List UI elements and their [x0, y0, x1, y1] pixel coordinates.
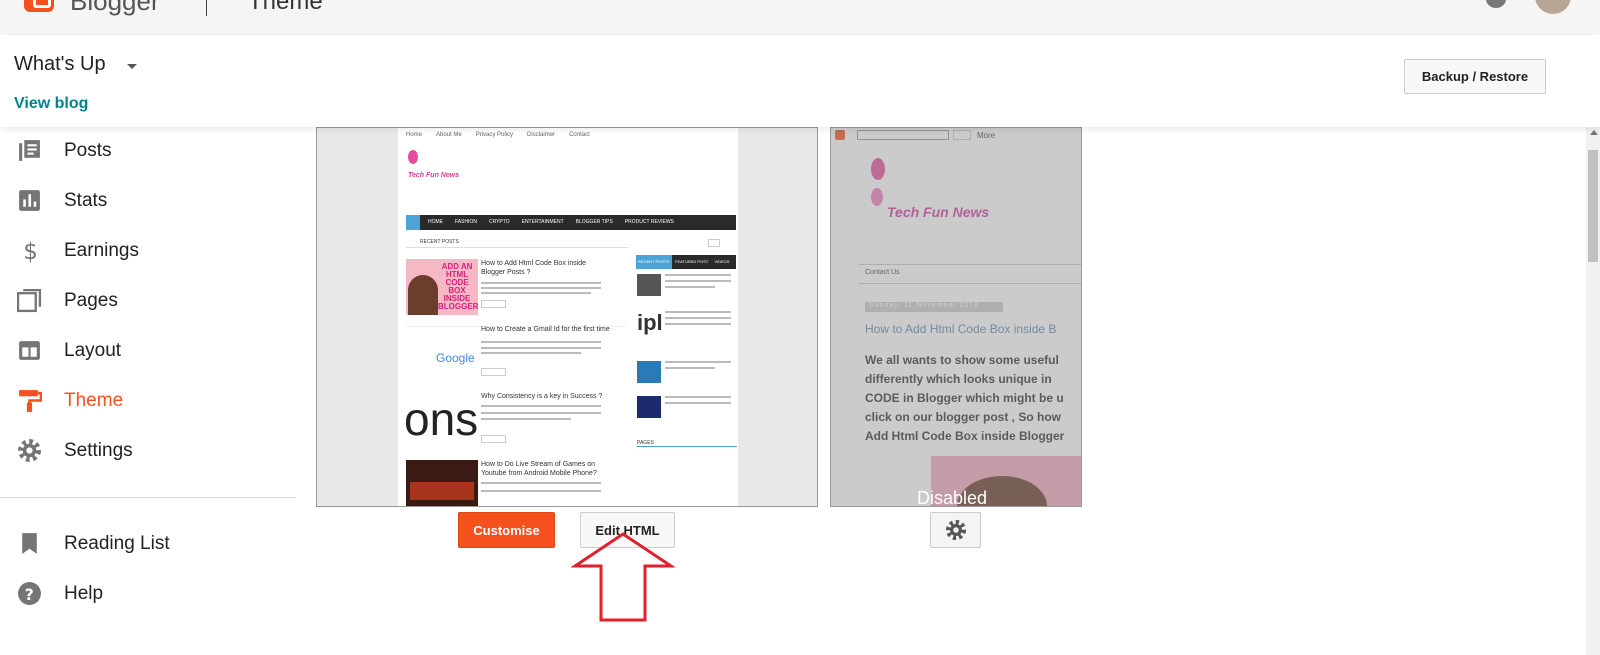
annotation-arrow-icon: [571, 532, 675, 622]
sidebar-item-help[interactable]: ? Help: [0, 573, 290, 613]
backup-restore-button[interactable]: Backup / Restore: [1404, 59, 1546, 94]
view-blog-link[interactable]: View blog: [14, 95, 88, 113]
sidebar-item-label: Pages: [64, 290, 118, 311]
top-bar: Blogger Theme: [0, 0, 1600, 35]
preview-menu-item: ENTERTAINMENT: [521, 219, 564, 225]
scrollbar-thumb[interactable]: [1588, 150, 1598, 262]
help-icon: ?: [18, 582, 41, 605]
preview-top-nav: Home About Me Privacy Policy Disclaimer …: [406, 132, 590, 138]
preview-menu-item: CRYPTO: [488, 219, 510, 225]
preview-nav-item: Home: [406, 132, 423, 138]
sidebar-item-label: Earnings: [64, 240, 139, 261]
preview-side-logo: ipl: [637, 310, 663, 335]
balloon-icon: [408, 150, 418, 164]
preview-tab: RECENT POSTS: [638, 259, 670, 264]
sidebar-item-label: Stats: [64, 190, 108, 211]
preview-pages-label: PAGES: [637, 440, 737, 447]
preview-menu-item: BLOGGER TIPS: [575, 219, 613, 225]
preview-nav-item: Disclaimer: [527, 132, 556, 138]
blog-name-selector[interactable]: What's Up: [14, 53, 106, 76]
live-theme-preview[interactable]: Home About Me Privacy Policy Disclaimer …: [316, 127, 818, 507]
paint-roller-icon: [19, 390, 42, 412]
apps-grid-icon[interactable]: [1428, 0, 1448, 6]
sidebar-item-theme[interactable]: Theme: [0, 380, 290, 420]
post-thumbnail: ADD AN HTML CODE BOX INSIDE BLOGGER: [406, 259, 478, 315]
sidebar-item-stats[interactable]: Stats: [0, 180, 290, 220]
post-title: How to Add Html Code Box inside Blogger …: [481, 260, 587, 276]
preview-nav-item: Privacy Policy: [475, 132, 514, 138]
sidebar-item-layout[interactable]: Layout: [0, 330, 290, 370]
svg-text:?: ?: [25, 586, 34, 604]
preview-nav-item: About Me: [436, 132, 462, 138]
dollar-icon: $: [23, 239, 38, 263]
help-circle-icon[interactable]: [1486, 0, 1506, 8]
sidebar-item-label: Layout: [64, 340, 122, 361]
post-thumbnail: [406, 460, 478, 506]
sidebar-item-label: Posts: [64, 140, 112, 161]
read-more-button: [481, 435, 506, 443]
preview-menu-item: HOME: [428, 219, 443, 225]
blogger-logo-icon[interactable]: [24, 0, 54, 12]
mobile-theme-preview[interactable]: More Tech Fun News Contact Us Sunday, 11…: [830, 127, 1082, 507]
sidebar-item-pages[interactable]: Pages: [0, 280, 290, 320]
preview-page: Home About Me Privacy Policy Disclaimer …: [398, 128, 738, 506]
post-title: How to Do Live Stream of Games on Youtub…: [481, 461, 597, 477]
blog-header: What's Up View blog Backup / Restore: [0, 35, 1600, 127]
sidebar-item-earnings[interactable]: $ Earnings: [0, 230, 290, 270]
customise-button[interactable]: Customise: [458, 512, 555, 548]
chevron-down-icon[interactable]: [127, 64, 137, 69]
read-more-button: [481, 368, 506, 376]
svg-text:$: $: [23, 239, 38, 263]
post-thumbnail: ons: [406, 396, 478, 452]
sidebar-item-label: Settings: [64, 440, 133, 461]
preview-tabs: RECENT POSTS FEATURED POST VIDEOS: [636, 255, 736, 269]
sidebar-divider: [0, 497, 296, 498]
mobile-settings-button[interactable]: [930, 512, 981, 548]
sidebar-item-label: Help: [64, 583, 104, 604]
layout-icon: [19, 341, 40, 360]
preview-menu-item: FASHION: [455, 219, 477, 225]
sidebar-item-posts[interactable]: Posts: [0, 130, 290, 170]
sidebar-item-settings[interactable]: Settings: [0, 430, 290, 470]
preview-tab: VIDEOS: [714, 259, 730, 264]
post-title: How to Create a Gmail Id for the first t…: [481, 326, 610, 333]
sidebar-item-label: Reading List: [64, 533, 170, 554]
preview-menu-bar: HOME FASHION CRYPTO ENTERTAINMENT BLOGGE…: [406, 215, 736, 230]
preview-menu-item: PRODUCT REVIEWS: [624, 219, 674, 225]
post-thumbnail: Google: [406, 333, 478, 389]
mobile-disabled-label: Disabled: [917, 488, 988, 507]
avatar[interactable]: [1535, 0, 1571, 14]
brand-divider: [206, 0, 207, 16]
page-title: Theme: [248, 0, 323, 15]
scroll-up-arrow-icon[interactable]: [1590, 130, 1598, 135]
preview-logo: Tech Fun News: [408, 172, 460, 179]
disabled-overlay: [831, 128, 1081, 506]
brand-name[interactable]: Blogger: [70, 0, 160, 17]
posts-icon: [19, 140, 40, 161]
post-title: Why Consistency is a key in Success ?: [481, 393, 603, 400]
bookmark-icon: [22, 533, 37, 554]
preview-nav-item: Contact: [569, 132, 590, 138]
read-more-button: [481, 300, 506, 308]
sidebar-item-label: Theme: [64, 390, 124, 411]
gear-icon: [18, 439, 41, 462]
preview-tab: FEATURED POST: [675, 259, 709, 264]
sidebar-item-reading-list[interactable]: Reading List: [0, 523, 290, 563]
pages-icon: [17, 288, 42, 313]
gear-icon: [945, 519, 966, 541]
preview-section-header: RECENT POSTS: [406, 236, 628, 248]
stats-icon: [19, 190, 40, 211]
